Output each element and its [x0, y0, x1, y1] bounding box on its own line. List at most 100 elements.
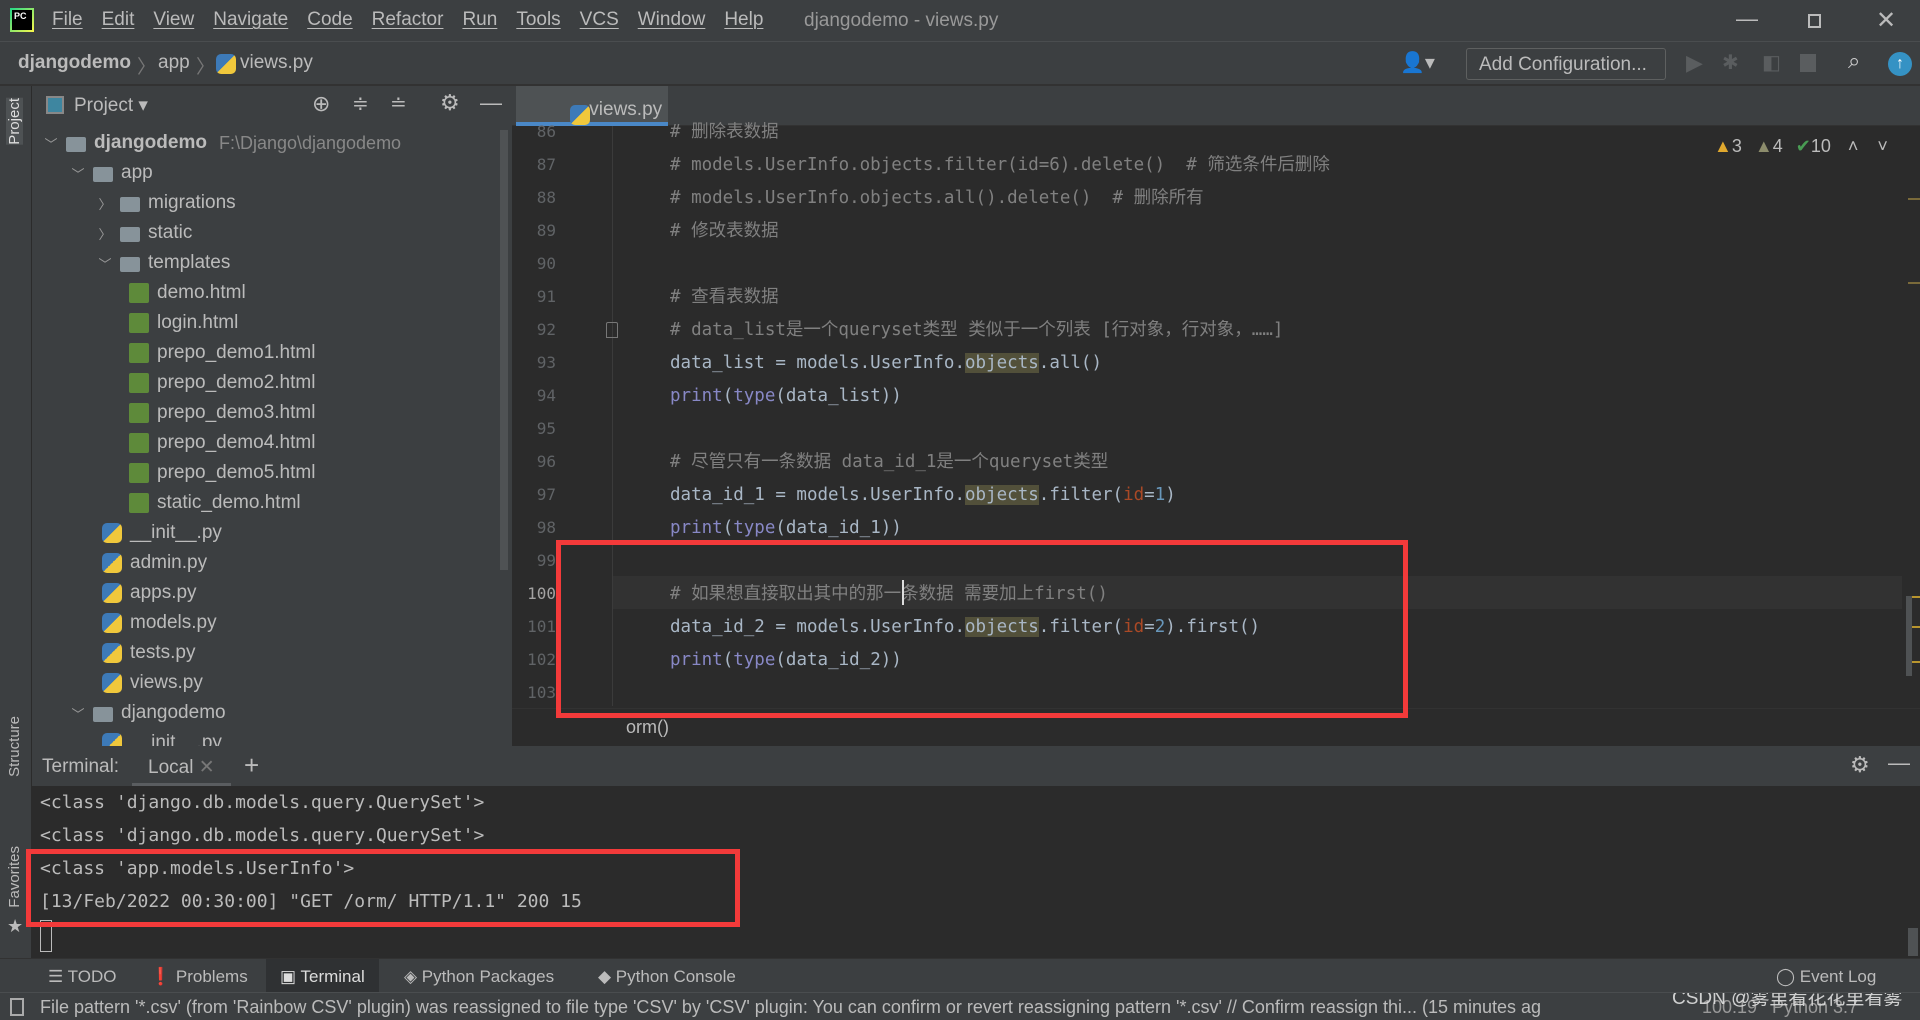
new-terminal-icon[interactable]: + — [244, 750, 259, 781]
menu-tools[interactable]: Tools — [516, 9, 560, 30]
code-line[interactable]: print(type(data_list)) — [670, 380, 902, 413]
chevron-down-icon[interactable]: ﹀ — [69, 164, 87, 183]
menu-view[interactable]: View — [153, 9, 194, 30]
locate-icon[interactable]: ⊕ — [312, 91, 330, 117]
project-view-selector[interactable]: Project ▾ — [74, 94, 148, 117]
favorites-tool-button[interactable]: Favorites — [6, 846, 23, 908]
previous-highlight-icon[interactable]: ˄ — [1848, 136, 1859, 156]
tree-item[interactable]: prepo_demo3.html — [123, 398, 315, 428]
terminal-icon: ▣ — [280, 967, 301, 986]
breadcrumb-file[interactable]: views.py — [240, 52, 313, 74]
tree-item[interactable]: static_demo.html — [123, 488, 301, 518]
gear-icon[interactable]: ⚙ — [1850, 752, 1870, 778]
html-file-icon — [129, 313, 149, 333]
project-scrollbar[interactable] — [500, 130, 508, 570]
tree-item[interactable]: prepo_demo4.html — [123, 428, 315, 458]
minimize-button[interactable]: — — [1736, 6, 1758, 32]
breadcrumb-project[interactable]: djangodemo — [18, 52, 131, 74]
menu-navigate[interactable]: Navigate — [213, 9, 288, 30]
project-tool-button[interactable]: Project — [6, 98, 23, 145]
menu-refactor[interactable]: Refactor — [372, 9, 444, 30]
code-line[interactable]: # models.UserInfo.objects.filter(id=6).d… — [670, 149, 1330, 182]
chevron-right-icon[interactable]: 〉 — [96, 224, 114, 243]
tab-terminal[interactable]: ▣ Terminal — [266, 959, 379, 993]
highlight-box-terminal — [26, 849, 740, 927]
hide-panel-icon[interactable]: — — [1888, 750, 1910, 776]
gear-icon[interactable]: ⚙ — [440, 90, 460, 116]
tree-item[interactable]: ﹀ app — [69, 158, 152, 188]
run-icon[interactable]: ▶ — [1686, 50, 1703, 76]
code-token: # 删除表数据 — [670, 122, 779, 142]
tree-item[interactable]: __init__.py — [96, 518, 222, 548]
search-icon[interactable]: ⌕ — [1848, 48, 1860, 74]
code-line[interactable]: # models.UserInfo.objects.all().delete()… — [670, 182, 1204, 215]
tree-item[interactable]: tests.py — [96, 638, 195, 668]
add-configuration-button[interactable]: Add Configuration... — [1466, 48, 1666, 80]
tree-item[interactable]: __init__.py — [96, 728, 222, 746]
chevron-down-icon[interactable]: ﹀ — [42, 134, 60, 153]
tree-item[interactable]: login.html — [123, 308, 238, 338]
stop-icon[interactable] — [1800, 54, 1816, 72]
code-line[interactable]: # 查看表数据 — [670, 281, 779, 314]
expand-all-icon[interactable]: ≑ — [352, 91, 369, 116]
highlight-box-editor — [556, 540, 1408, 718]
code-line[interactable]: # data_list是一个queryset类型 类似于一个列表 [行对象，行对… — [670, 314, 1283, 347]
tree-item[interactable]: prepo_demo1.html — [123, 338, 315, 368]
fold-marker-icon[interactable] — [606, 322, 618, 338]
code-line[interactable]: data_list = models.UserInfo.objects.all(… — [670, 347, 1102, 380]
next-highlight-icon[interactable]: ˅ — [1877, 136, 1888, 156]
tree-item[interactable]: admin.py — [96, 548, 207, 578]
tree-item[interactable]: ﹀ templates — [96, 248, 230, 278]
inspection-widget[interactable]: ▲3 ▲4 ✔10 ˄ ˅ — [1714, 136, 1888, 157]
event-log-button[interactable]: ◯ Event Log — [1766, 959, 1886, 993]
code-line[interactable]: # 尽管只有一条数据 data_id_1是一个queryset类型 — [670, 446, 1108, 479]
status-message[interactable]: File pattern '*.csv' (from 'Rainbow CSV'… — [40, 997, 1654, 1018]
tree-item-label: apps.py — [130, 582, 197, 603]
tree-item[interactable]: demo.html — [123, 278, 246, 308]
menu-file[interactable]: File — [52, 9, 83, 30]
tree-item[interactable]: ﹀ djangodemo F:\Django\djangodemo — [42, 128, 401, 158]
line-number: 90 — [536, 254, 556, 273]
update-icon[interactable]: ↑ — [1888, 52, 1912, 76]
menu-edit[interactable]: Edit — [102, 9, 135, 30]
menu-code[interactable]: Code — [307, 9, 352, 30]
menu-run[interactable]: Run — [462, 9, 497, 30]
tree-item[interactable]: ﹀ djangodemo — [69, 698, 225, 728]
chevron-right-icon[interactable]: 〉 — [96, 194, 114, 213]
code-token: (data_id_1)) — [775, 518, 902, 538]
hide-panel-icon[interactable]: — — [480, 90, 502, 116]
breadcrumb-orm[interactable]: orm() — [626, 717, 669, 738]
tab-python-packages[interactable]: ◈ Python Packages — [394, 959, 564, 993]
chevron-down-icon[interactable]: ﹀ — [96, 254, 114, 273]
tree-item[interactable]: models.py — [96, 608, 217, 638]
tree-item[interactable]: apps.py — [96, 578, 197, 608]
terminal-tab-local[interactable]: Local ✕ — [132, 746, 231, 786]
tree-item[interactable]: prepo_demo2.html — [123, 368, 315, 398]
code-line[interactable]: # 删除表数据 — [670, 116, 779, 149]
editor-scrollbar[interactable] — [1906, 126, 1920, 706]
terminal-scrollbar[interactable] — [1908, 928, 1918, 956]
tree-item[interactable]: 〉 migrations — [96, 188, 235, 218]
debug-icon[interactable]: ✱ — [1722, 50, 1739, 75]
menu-help[interactable]: Help — [724, 9, 763, 30]
user-icon[interactable]: 👤▾ — [1400, 50, 1435, 75]
tab-todo[interactable]: ☰ TODO — [38, 959, 126, 993]
tab-python-console[interactable]: ◆ Python Console — [588, 959, 746, 993]
code-line[interactable]: data_id_1 = models.UserInfo.objects.filt… — [670, 479, 1176, 512]
code-line[interactable]: # 修改表数据 — [670, 215, 779, 248]
tree-item[interactable]: 〉 static — [96, 218, 192, 248]
breadcrumb-app[interactable]: app — [158, 52, 190, 74]
coverage-icon[interactable]: ◧ — [1762, 50, 1781, 75]
tab-problems[interactable]: ❗ Problems — [140, 959, 258, 993]
close-window-button[interactable]: ✕ — [1876, 6, 1896, 35]
menu-window[interactable]: Window — [638, 9, 706, 30]
tree-item[interactable]: prepo_demo5.html — [123, 458, 315, 488]
close-tab-icon[interactable]: ✕ — [199, 757, 215, 778]
restore-button[interactable] — [1808, 14, 1821, 28]
chevron-down-icon[interactable]: ﹀ — [69, 704, 87, 723]
structure-tool-button[interactable]: Structure — [6, 716, 23, 777]
status-toggle-icon[interactable] — [10, 998, 24, 1016]
tree-item[interactable]: views.py — [96, 668, 203, 698]
menu-vcs[interactable]: VCS — [580, 9, 619, 30]
collapse-all-icon[interactable]: ≐ — [390, 91, 407, 116]
